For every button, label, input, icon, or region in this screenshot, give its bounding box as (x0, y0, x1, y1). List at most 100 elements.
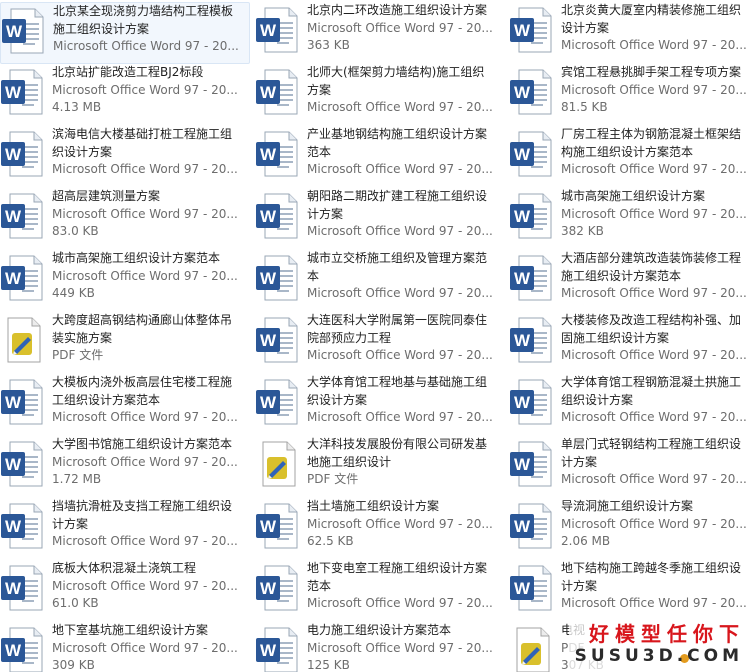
svg-text:W: W (260, 207, 277, 226)
file-name: 大酒店部分建筑改造装饰装修工程 施工组织设计方案范本 (561, 251, 742, 283)
file-tile[interactable]: W 大学体育馆工程地基与基础施工组 织设计方案 Microsoft Office W… (255, 374, 505, 436)
file-name: 城市立交桥施工组织及管理方案范 本 (307, 251, 488, 283)
file-tile[interactable]: 大跨度超高钢结构通廊山体整体吊 装实施方案 PDF 文件 (0, 312, 250, 374)
svg-text:W: W (514, 207, 531, 226)
file-name: 宾馆工程悬挑脚手架工程专项方案 (561, 65, 742, 79)
svg-text:W: W (5, 517, 22, 536)
file-tile[interactable]: W 城市立交桥施工组织及管理方案范 本 Microsoft Office Word … (255, 250, 505, 312)
file-info: 底板大体积混凝土浇筑工程 Microsoft Office Word 97 - 2… (52, 560, 250, 613)
file-type: Microsoft Office Word 97 - 20... (561, 516, 747, 531)
file-tile[interactable]: W 导流洞施工组织设计方案 Microsoft Office Word 97 - 2… (509, 498, 749, 560)
file-info: 导流洞施工组织设计方案 Microsoft Office Word 97 - 20… (561, 498, 749, 551)
svg-text:W: W (5, 455, 22, 474)
file-tile[interactable]: W 大酒店部分建筑改造装饰装修工程 施工组织设计方案范本 Microsoft Off… (509, 250, 749, 312)
file-tile[interactable]: W 北京某全现浇剪力墙结构工程模板 施工组织设计方案 Microsoft Offic… (0, 2, 250, 64)
svg-text:W: W (260, 145, 277, 164)
file-name: 城市高架施工组织设计方案范本 (52, 251, 221, 265)
word-document-icon: W (0, 191, 46, 241)
file-tile[interactable]: W 大学图书馆施工组织设计方案范本 Microsoft Office Word 97… (0, 436, 250, 498)
file-tile[interactable]: W 挡墙抗滑桩及支挡工程施工组织设 计方案 Microsoft Office Wor… (0, 498, 250, 560)
file-tile[interactable]: W 产业基地钢结构施工组织设计方案 范本 Microsoft Office Word… (255, 126, 505, 188)
svg-text:W: W (514, 331, 531, 350)
file-info: 北京站扩能改造工程BJ2标段 Microsoft Office Word 97 -… (52, 64, 250, 117)
svg-text:W: W (260, 579, 277, 598)
word-document-icon: W (509, 501, 555, 551)
file-name: 大楼装修及改造工程结构补强、加 固施工组织设计方案 (561, 313, 742, 345)
file-info: 朝阳路二期改扩建工程施工组织设 计方案 Microsoft Office Word… (307, 188, 505, 241)
svg-text:W: W (514, 21, 531, 40)
svg-text:W: W (260, 331, 277, 350)
svg-text:W: W (514, 393, 531, 412)
file-type: Microsoft Office Word 97 - 20... (561, 596, 747, 610)
file-type: Microsoft Office Word 97 - 20... (52, 578, 238, 593)
file-tile[interactable]: W 北师大(框架剪力墙结构)施工组织 方案 Microsoft Office Wor… (255, 64, 505, 126)
file-type: Microsoft Office Word 97 - 20... (52, 640, 238, 655)
file-tile[interactable]: W 厂房工程主体为钢筋混凝土框架结 构施工组织设计方案范本 Microsoft Of… (509, 126, 749, 188)
file-tile[interactable]: W 城市高架施工组织设计方案 Microsoft Office Word 97 - … (509, 188, 749, 250)
word-document-icon: W (0, 67, 46, 117)
svg-text:W: W (260, 21, 277, 40)
svg-text:W: W (5, 579, 22, 598)
svg-text:W: W (5, 641, 22, 660)
file-tile[interactable]: W 大学体育馆工程钢筋混凝土拱施工 组织设计方案 Microsoft Office … (509, 374, 749, 436)
file-size: 1.72 MB (52, 472, 102, 486)
file-info: 厂房工程主体为钢筋混凝土框架结 构施工组织设计方案范本 Microsoft Off… (561, 126, 749, 179)
file-info: 电力施工组织设计方案范本 Microsoft Office Word 97 - 2… (307, 622, 505, 672)
file-tile[interactable]: W 大模板内浇外板高层住宅楼工程施 工组织设计方案范本 Microsoft Offi… (0, 374, 250, 436)
file-size: 61.0 KB (52, 596, 99, 610)
file-type: Microsoft Office Word 97 - 20... (52, 534, 238, 548)
file-size: 83.0 KB (52, 224, 99, 238)
file-tile[interactable]: W 宾馆工程悬挑脚手架工程专项方案 Microsoft Office Word 97… (509, 64, 749, 126)
file-tile[interactable]: W 底板大体积混凝土浇筑工程 Microsoft Office Word 97 - … (0, 560, 250, 622)
file-tile[interactable]: W 挡土墙施工组织设计方案 Microsoft Office Word 97 - 2… (255, 498, 505, 560)
file-tile[interactable]: W 滨海电信大楼基础打桩工程施工组 织设计方案 Microsoft Office W… (0, 126, 250, 188)
file-tile[interactable]: W 电力施工组织设计方案范本 Microsoft Office Word 97 - … (255, 622, 505, 672)
file-tile[interactable]: W 大连医科大学附属第一医院同泰住 院部预应力工程 Microsoft Office… (255, 312, 505, 374)
word-document-icon: W (0, 625, 46, 672)
file-type: Microsoft Office Word 97 - 20... (307, 348, 493, 362)
file-size: 2.06 MB (561, 534, 611, 548)
file-tile-view: W 北京某全现浇剪力墙结构工程模板 施工组织设计方案 Microsoft Offic… (0, 0, 749, 672)
file-type: Microsoft Office Word 97 - 20... (307, 162, 493, 176)
file-tile[interactable]: W 超高层建筑测量方案 Microsoft Office Word 97 - 20.… (0, 188, 250, 250)
file-type: Microsoft Office Word 97 - 20... (307, 20, 493, 35)
file-info: 北京炎黄大厦室内精装修施工组织 设计方案 Microsoft Office Wor… (561, 2, 749, 55)
file-tile[interactable]: W 城市高架施工组织设计方案范本 Microsoft Office Word 97 … (0, 250, 250, 312)
svg-text:W: W (5, 145, 22, 164)
pdf-document-icon (255, 439, 301, 489)
svg-text:W: W (260, 269, 277, 288)
file-type: Microsoft Office Word 97 - 20... (307, 596, 493, 610)
file-tile[interactable]: W 北京炎黄大厦室内精装修施工组织 设计方案 Microsoft Office Wo… (509, 2, 749, 64)
file-size: 125 KB (307, 658, 350, 672)
watermark-site: SUSU3D.COM (574, 646, 743, 666)
file-tile[interactable]: W 地下变电室工程施工组织设计方案 范本 Microsoft Office Word… (255, 560, 505, 622)
file-size: 382 KB (561, 224, 604, 238)
file-name: 大跨度超高钢结构通廊山体整体吊 装实施方案 (52, 313, 233, 345)
file-name: 大学体育馆工程钢筋混凝土拱施工 组织设计方案 (561, 375, 742, 407)
word-document-icon: W (0, 501, 46, 551)
file-type: Microsoft Office Word 97 - 20... (561, 348, 747, 362)
file-tile[interactable]: W 大楼装修及改造工程结构补强、加 固施工组织设计方案 Microsoft Offi… (509, 312, 749, 374)
file-type: Microsoft Office Word 97 - 20... (561, 82, 747, 97)
file-info: 地下室基坑施工组织设计方案 Microsoft Office Word 97 - … (52, 622, 250, 672)
file-name: 地下结构施工跨越冬季施工组织设 计方案 (561, 561, 742, 593)
file-type: Microsoft Office Word 97 - 20... (52, 268, 238, 283)
file-name: 北京炎黄大厦室内精装修施工组织 设计方案 (561, 3, 742, 35)
file-size: 62.5 KB (307, 534, 354, 548)
file-name: 滨海电信大楼基础打桩工程施工组 织设计方案 (52, 127, 233, 159)
file-info: 大楼装修及改造工程结构补强、加 固施工组织设计方案 Microsoft Offic… (561, 312, 749, 365)
file-tile[interactable]: W 朝阳路二期改扩建工程施工组织设 计方案 Microsoft Office Wor… (255, 188, 505, 250)
word-document-icon: W (0, 253, 46, 303)
word-document-icon: W (509, 67, 555, 117)
file-tile[interactable]: W 北京内二环改造施工组织设计方案 Microsoft Office Word 97… (255, 2, 505, 64)
file-info: 城市高架施工组织设计方案 Microsoft Office Word 97 - 2… (561, 188, 749, 241)
svg-text:W: W (5, 269, 22, 288)
file-info: 大洋科技发展股份有限公司研发基 地施工组织设计 PDF 文件 (307, 436, 505, 489)
file-tile[interactable]: W 北京站扩能改造工程BJ2标段 Microsoft Office Word 97 … (0, 64, 250, 126)
file-tile[interactable]: W 地下室基坑施工组织设计方案 Microsoft Office Word 97 -… (0, 622, 250, 672)
file-type: Microsoft Office Word 97 - 20... (52, 206, 238, 221)
file-tile[interactable]: W 单层门式轻钢结构工程施工组织设 计方案 Microsoft Office Wor… (509, 436, 749, 498)
file-tile[interactable]: 大洋科技发展股份有限公司研发基 地施工组织设计 PDF 文件 (255, 436, 505, 498)
file-tile[interactable]: W 地下结构施工跨越冬季施工组织设 计方案 Microsoft Office Wor… (509, 560, 749, 622)
file-type: Microsoft Office Word 97 - 20... (52, 454, 238, 469)
